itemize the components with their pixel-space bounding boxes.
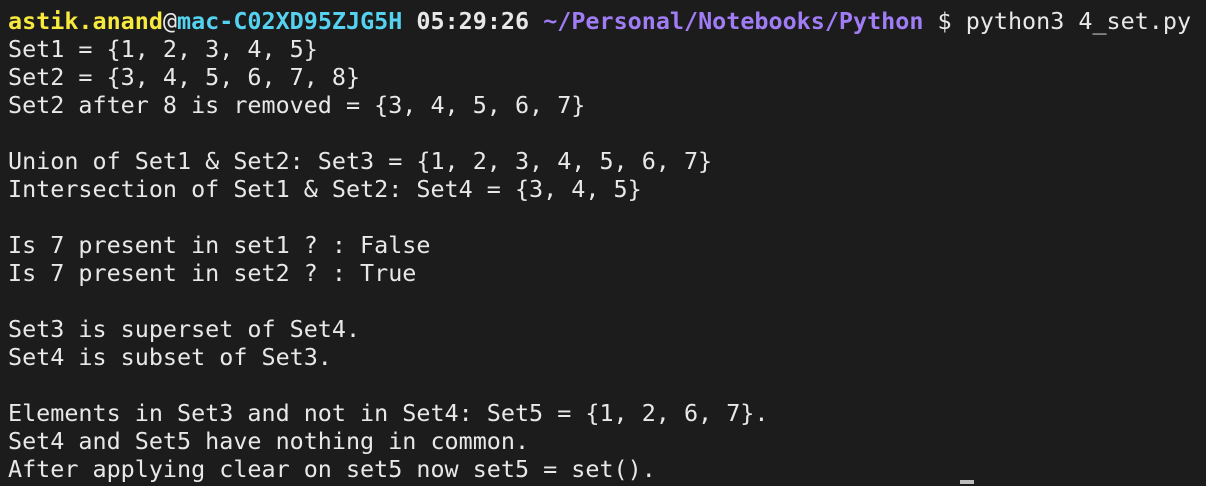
output-line: Set4 is subset of Set3. — [8, 343, 332, 371]
output-line: Set2 = {3, 4, 5, 6, 7, 8} — [8, 63, 361, 91]
prompt-host: mac-C02XD95ZJG5H — [177, 7, 403, 35]
terminal-window[interactable]: astik.anand@mac-C02XD95ZJG5H 05:29:26 ~/… — [0, 0, 1206, 486]
prompt-at: @ — [162, 7, 177, 35]
output-line: Union of Set1 & Set2: Set3 = {1, 2, 3, 4… — [8, 147, 713, 175]
prompt-user: astik.anand — [8, 7, 163, 35]
output-line: Is 7 present in set2 ? : True — [8, 259, 417, 287]
prompt-command: python3 4_set.py — [965, 7, 1192, 35]
output-line: Elements in Set3 and not in Set4: Set5 =… — [8, 399, 769, 427]
prompt-time: 05:29:26 — [416, 7, 530, 35]
output-line: Intersection of Set1 & Set2: Set4 = {3, … — [8, 175, 642, 203]
output-line: Set4 and Set5 have nothing in common. — [8, 427, 530, 455]
output-line: Set2 after 8 is removed = {3, 4, 5, 6, 7… — [8, 91, 586, 119]
output-line: After applying clear on set5 now set5 = … — [8, 455, 656, 483]
prompt-path: ~/Personal/Notebooks/Python — [543, 7, 924, 35]
prompt-line: astik.anand@mac-C02XD95ZJG5H 05:29:26 ~/… — [8, 7, 1206, 35]
output-line: Set1 = {1, 2, 3, 4, 5} — [8, 35, 318, 63]
output-line: Is 7 present in set1 ? : False — [8, 231, 431, 259]
prompt-symbol: $ — [937, 7, 952, 35]
output-line: Set3 is superset of Set4. — [8, 315, 361, 343]
terminal-cursor — [960, 480, 974, 484]
